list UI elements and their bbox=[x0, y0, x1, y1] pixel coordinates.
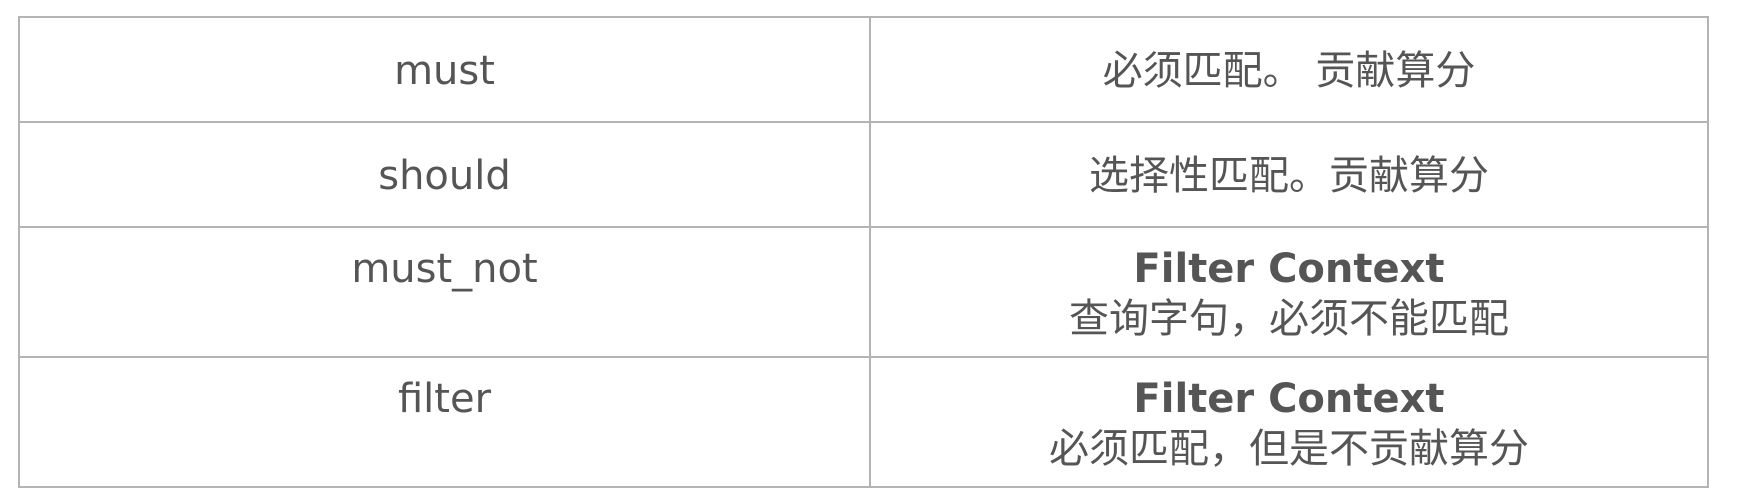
clause-cell: should bbox=[18, 121, 871, 228]
clause-name: should bbox=[378, 153, 511, 199]
clause-description: 查询字句，必须不能匹配 bbox=[1069, 296, 1509, 342]
table-row: must_not Filter Context 查询字句，必须不能匹配 bbox=[18, 226, 1709, 358]
clause-name: must_not bbox=[351, 246, 538, 292]
clause-description: 必须匹配，但是不贡献算分 bbox=[1049, 426, 1529, 472]
bool-query-table: must 必须匹配。 贡献算分 should 选择性匹配。贡献算分 must_n… bbox=[18, 16, 1709, 488]
description-cell: Filter Context 必须匹配，但是不贡献算分 bbox=[869, 356, 1709, 488]
clause-name: filter bbox=[397, 376, 492, 422]
description-cell: Filter Context 查询字句，必须不能匹配 bbox=[869, 226, 1709, 358]
clause-description: 选择性匹配。贡献算分 bbox=[1089, 153, 1489, 199]
description-cell: 选择性匹配。贡献算分 bbox=[869, 121, 1709, 228]
clause-cell: filter bbox=[18, 356, 871, 488]
context-title: Filter Context bbox=[1133, 246, 1445, 292]
context-title: Filter Context bbox=[1133, 376, 1445, 422]
clause-description: 必须匹配。 贡献算分 bbox=[1102, 48, 1476, 94]
description-cell: 必须匹配。 贡献算分 bbox=[869, 16, 1709, 123]
table-row: should 选择性匹配。贡献算分 bbox=[18, 121, 1709, 228]
clause-name: must bbox=[394, 48, 495, 94]
table-row: filter Filter Context 必须匹配，但是不贡献算分 bbox=[18, 356, 1709, 488]
table-row: must 必须匹配。 贡献算分 bbox=[18, 16, 1709, 123]
clause-cell: must bbox=[18, 16, 871, 123]
clause-cell: must_not bbox=[18, 226, 871, 358]
